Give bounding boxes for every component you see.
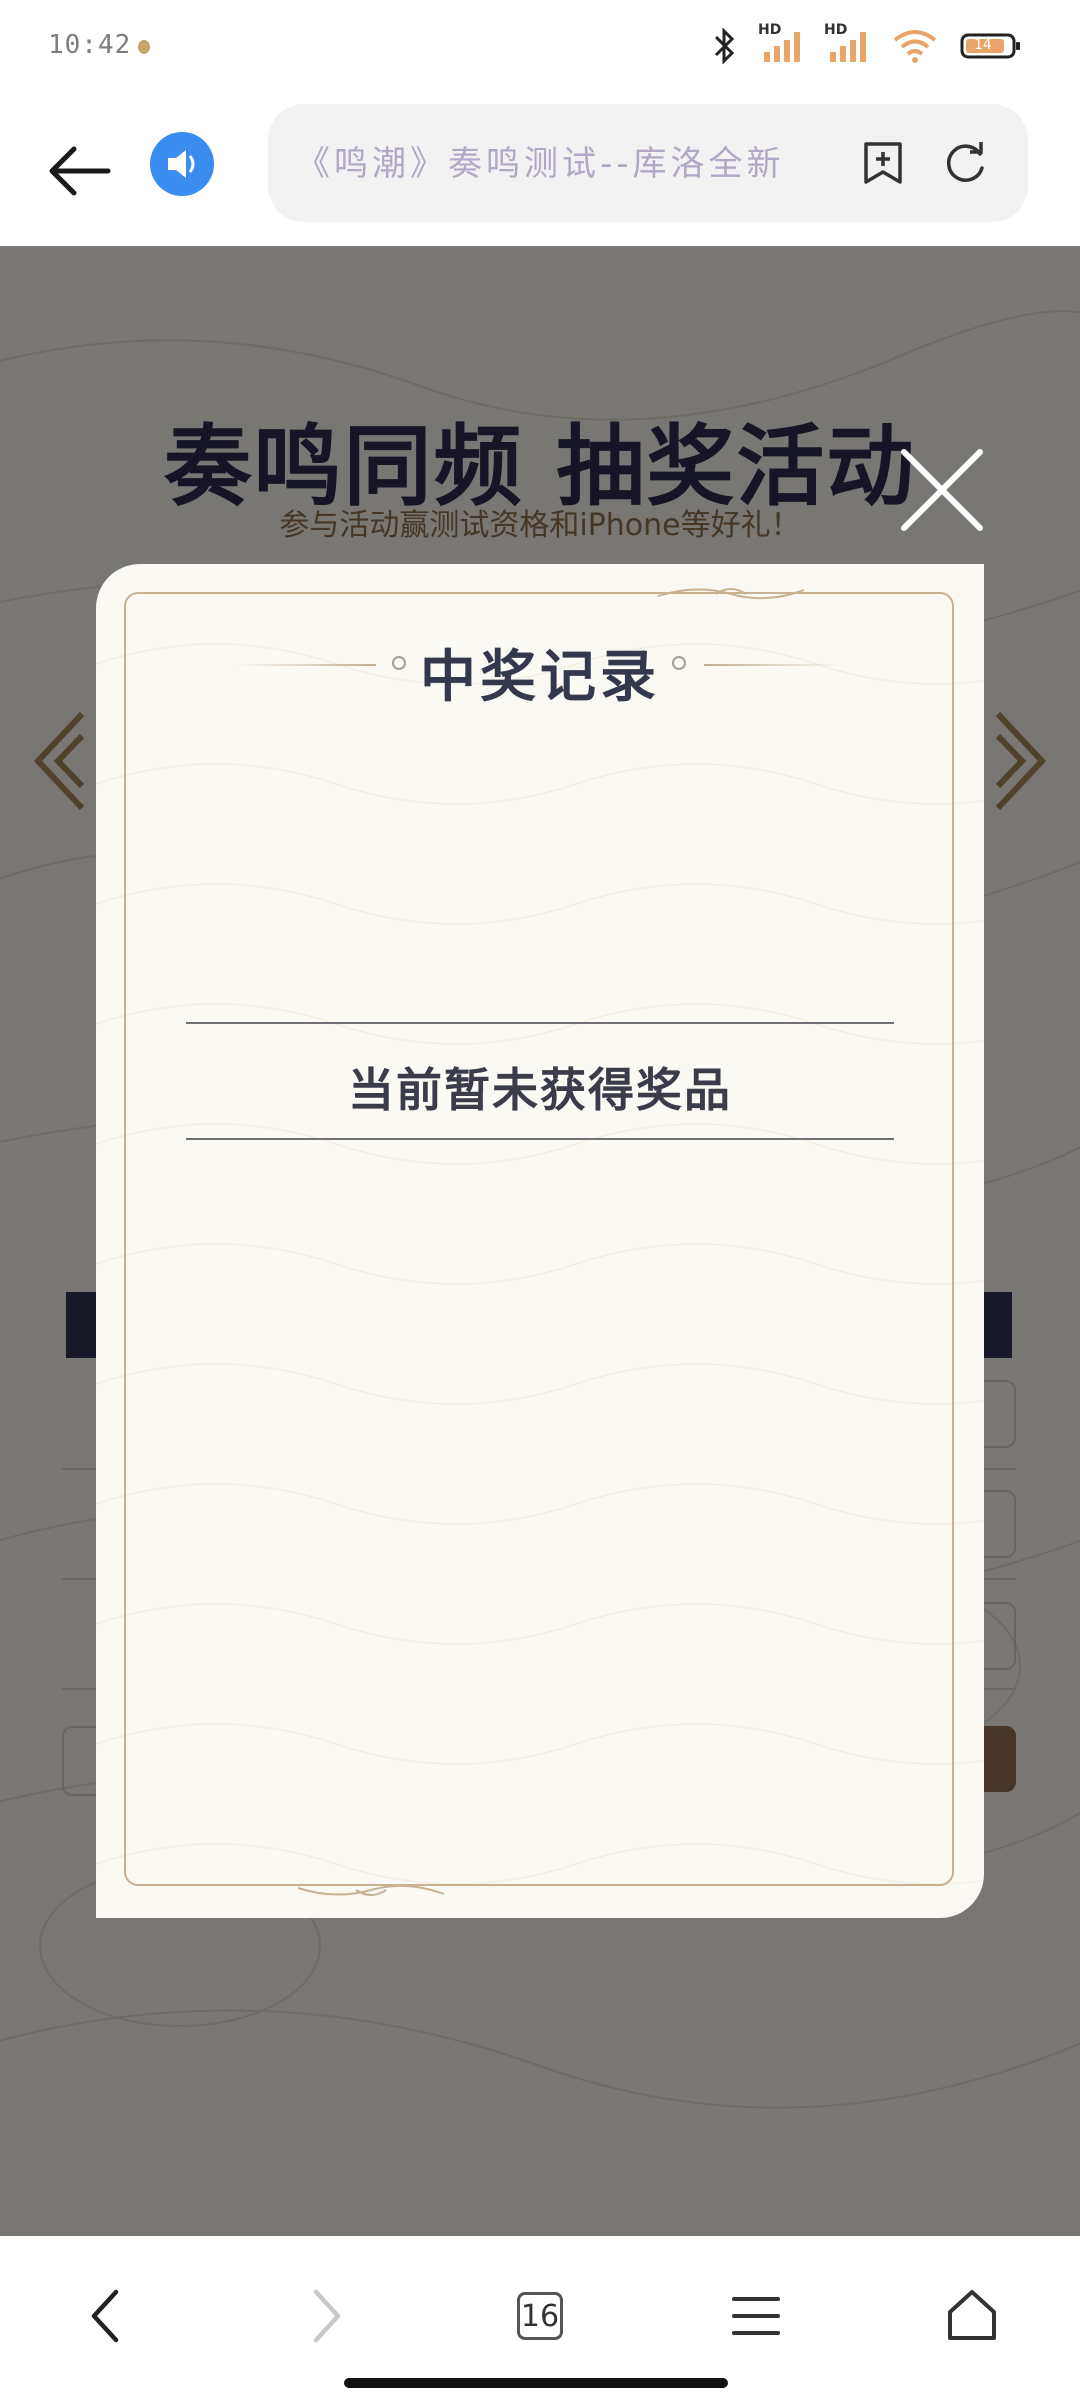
nav-back-button[interactable] bbox=[66, 2276, 146, 2356]
battery-level: 14 bbox=[974, 37, 992, 53]
add-bookmark-button[interactable] bbox=[858, 138, 908, 188]
browser-bottom-nav: 16 bbox=[0, 2236, 1080, 2401]
status-bar: 10:42 HD HD 14 bbox=[0, 0, 1080, 96]
divider-bottom bbox=[186, 1138, 894, 1140]
empty-state-message: 当前暂未获得奖品 bbox=[348, 1063, 732, 1117]
tab-count-badge: 16 bbox=[517, 2292, 563, 2340]
back-button[interactable] bbox=[44, 136, 116, 206]
audio-playing-button[interactable] bbox=[150, 132, 214, 196]
signal-hd-icon: HD bbox=[824, 22, 870, 68]
hamburger-menu-icon bbox=[732, 2297, 780, 2335]
ornament-bottom bbox=[297, 1884, 445, 1896]
chevron-left-icon bbox=[91, 2289, 119, 2343]
menu-button[interactable] bbox=[716, 2276, 796, 2356]
address-bar[interactable]: 《鸣潮》奏鸣测试--库洛全新 bbox=[268, 104, 1028, 222]
signal-hd-icon: HD bbox=[758, 22, 804, 68]
tabs-button[interactable]: 16 bbox=[500, 2276, 580, 2356]
notification-icon bbox=[138, 40, 150, 54]
page-title-in-address-bar[interactable]: 《鸣潮》奏鸣测试--库洛全新 bbox=[296, 136, 816, 185]
bookmark-add-icon bbox=[864, 142, 902, 184]
close-icon bbox=[901, 449, 983, 531]
modal-frame bbox=[124, 592, 954, 1886]
wifi-icon bbox=[892, 28, 938, 68]
arrow-left-icon bbox=[49, 146, 111, 196]
chevron-right-icon bbox=[313, 2289, 341, 2343]
modal-header: 中奖记录 bbox=[96, 624, 984, 710]
home-icon bbox=[948, 2290, 996, 2340]
title-dot-right bbox=[672, 656, 686, 670]
hd-badge: HD bbox=[824, 22, 848, 38]
refresh-icon bbox=[946, 142, 984, 182]
speaker-icon bbox=[168, 150, 195, 178]
prize-record-modal: 中奖记录 当前暂未获得奖品 bbox=[96, 564, 984, 1918]
title-divider-right bbox=[704, 664, 844, 666]
home-button[interactable] bbox=[932, 2276, 1012, 2356]
divider-top bbox=[186, 1022, 894, 1024]
close-modal-button[interactable] bbox=[898, 446, 986, 534]
gesture-home-indicator[interactable] bbox=[344, 2378, 728, 2388]
hd-badge: HD bbox=[758, 22, 782, 38]
nav-forward-button[interactable] bbox=[286, 2276, 366, 2356]
status-icons: HD HD 14 bbox=[712, 22, 1022, 68]
bluetooth-icon bbox=[712, 27, 738, 68]
battery-icon: 14 bbox=[960, 31, 1022, 65]
browser-toolbar: 《鸣潮》奏鸣测试--库洛全新 bbox=[0, 96, 1080, 246]
reload-button[interactable] bbox=[940, 138, 990, 188]
modal-title: 中奖记录 bbox=[420, 645, 660, 710]
ornament-top bbox=[657, 588, 805, 600]
clock: 10:42 bbox=[48, 30, 132, 60]
